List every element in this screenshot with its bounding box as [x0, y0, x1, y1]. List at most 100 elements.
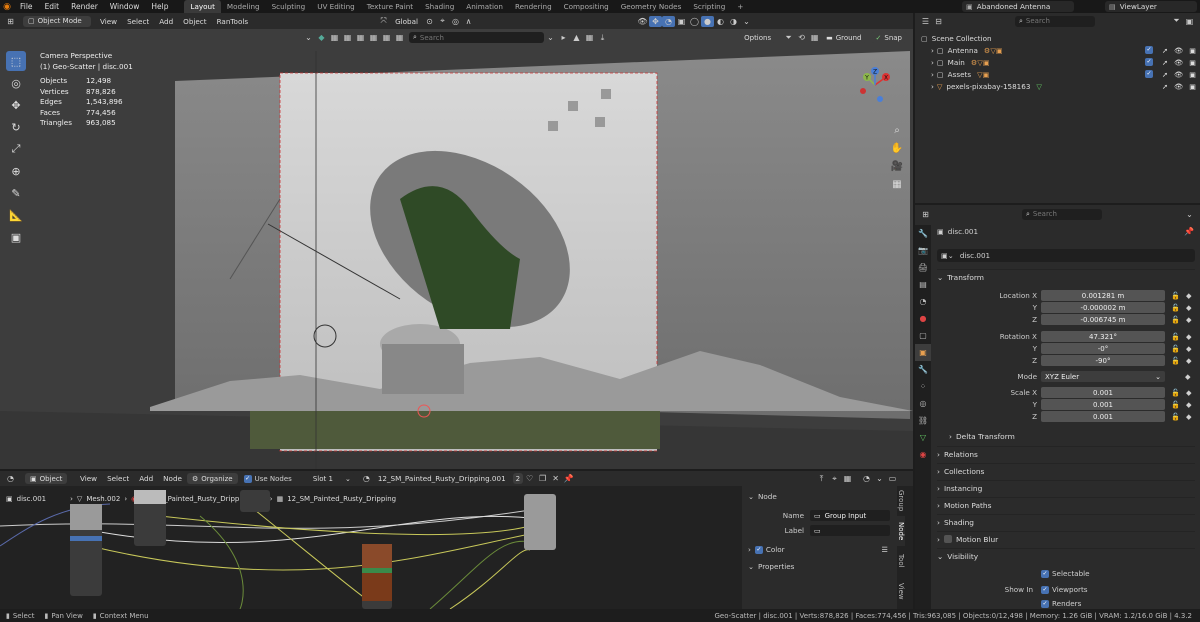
- rotate-icon[interactable]: ↻: [6, 117, 26, 137]
- scale-x-field[interactable]: 0.001: [1041, 387, 1165, 398]
- options-dropdown-icon[interactable]: ⌄: [1183, 209, 1196, 220]
- camera-icon[interactable]: ▣: [1189, 82, 1196, 91]
- viewports-checkbox[interactable]: ✓: [1041, 585, 1049, 594]
- eye-icon[interactable]: 👁: [1174, 82, 1183, 91]
- tab-tool[interactable]: Tool: [897, 546, 905, 576]
- transform-orientation-icon[interactable]: ⤧: [377, 16, 390, 27]
- color-checkbox[interactable]: ✓: [754, 545, 763, 554]
- tool-tab-icon[interactable]: 🔧: [915, 225, 931, 242]
- camera-icon[interactable]: ▣: [1189, 70, 1196, 79]
- lock-icon[interactable]: 🔓: [1171, 315, 1180, 324]
- visibility-header[interactable]: ⌄ Visibility: [937, 548, 1195, 563]
- outliner-item-pexels[interactable]: › ▽ pexels-pixabay-158163 ▽ ➚ 👁 ▣: [931, 80, 1196, 92]
- tab-rendering[interactable]: Rendering: [509, 0, 558, 13]
- data-tab-icon[interactable]: ▽: [915, 429, 931, 446]
- mode-selector[interactable]: ▢ Object Mode: [23, 15, 91, 27]
- gizmo-toggle-icon[interactable]: ✥: [649, 15, 662, 27]
- node-editor-type-icon[interactable]: ◔: [4, 473, 17, 484]
- tab-sculpting[interactable]: Sculpting: [266, 0, 312, 13]
- render-tab-icon[interactable]: 📷: [915, 242, 931, 259]
- object-name-field[interactable]: ▣⌄ disc.001: [937, 249, 1195, 262]
- object-tab-icon[interactable]: ▣: [915, 344, 931, 361]
- pin-icon[interactable]: 📌: [1184, 227, 1194, 236]
- menu-object[interactable]: Object: [178, 17, 211, 26]
- lock-icon[interactable]: 🔓: [1171, 291, 1180, 300]
- falloff-icon[interactable]: ∧: [462, 16, 475, 27]
- orientation-dropdown[interactable]: Global: [390, 17, 423, 26]
- texture-node[interactable]: [70, 504, 102, 596]
- cursor-icon[interactable]: ◎: [6, 73, 26, 93]
- transform-icon[interactable]: ⊕: [6, 161, 26, 181]
- include-checkbox[interactable]: ✓: [1145, 57, 1154, 66]
- annotate-icon[interactable]: ✎: [6, 183, 26, 203]
- menu-add[interactable]: Add: [134, 474, 158, 483]
- scale-z-field[interactable]: 0.001: [1041, 411, 1165, 422]
- select-arrow-icon[interactable]: ➚: [1162, 58, 1168, 67]
- group-output-node[interactable]: [524, 494, 556, 550]
- outliner-root[interactable]: ▢ Scene Collection: [921, 32, 992, 44]
- navigation-gizmo[interactable]: Y X Z: [858, 65, 892, 105]
- new-collection-icon[interactable]: ▣: [1183, 16, 1196, 27]
- overlay-icon[interactable]: ◔: [662, 15, 675, 27]
- pan-hand-icon[interactable]: ✋: [889, 139, 905, 157]
- menu-view[interactable]: View: [95, 17, 122, 26]
- menu-help[interactable]: Help: [145, 0, 174, 13]
- lock-icon[interactable]: 🔓: [1171, 332, 1180, 341]
- menu-file[interactable]: File: [14, 0, 39, 13]
- rust-texture-node[interactable]: [362, 544, 392, 609]
- properties-search[interactable]: ⌕ Search: [1022, 208, 1102, 220]
- motion-blur-header[interactable]: › Motion Blur: [937, 531, 1195, 546]
- menu-add[interactable]: Add: [154, 17, 178, 26]
- duplicate-icon[interactable]: ❐: [536, 473, 549, 484]
- outliner-search[interactable]: ⌕ Search: [1015, 15, 1095, 27]
- selectable-checkbox[interactable]: ✓: [1041, 569, 1049, 578]
- tab-scripting[interactable]: Scripting: [687, 0, 731, 13]
- node-properties-row[interactable]: ⌄ Properties: [748, 562, 794, 571]
- rendered-shading-icon[interactable]: ◑: [727, 16, 740, 27]
- collections-header[interactable]: › Collections: [937, 463, 1195, 478]
- close-icon[interactable]: ✕: [549, 473, 562, 484]
- physics-tab-icon[interactable]: ◎: [915, 395, 931, 412]
- solid-shading-icon[interactable]: ●: [701, 15, 714, 27]
- overlay-icon[interactable]: ◔: [860, 473, 873, 484]
- slot-dropdown[interactable]: Slot 1 ⌄: [307, 473, 356, 484]
- add-cube-icon[interactable]: ▣: [6, 227, 26, 247]
- material-name-field[interactable]: 12_SM_Painted_Rusty_Dripping.001: [372, 473, 511, 484]
- outliner-item-main[interactable]: › ▢ Main ⚙▽▣ ✓ ➚ 👁 ▣: [931, 56, 1196, 68]
- modifier-tab-icon[interactable]: 🔧: [915, 361, 931, 378]
- menu-select[interactable]: Select: [102, 474, 134, 483]
- gizmo-neg-x[interactable]: [860, 88, 866, 94]
- view-layer-tab-icon[interactable]: ▤: [915, 276, 931, 293]
- keyframe-icon[interactable]: ◆: [1186, 332, 1192, 341]
- proportional-edit-icon[interactable]: ◎: [449, 16, 462, 27]
- list-icon[interactable]: ☰: [882, 545, 888, 554]
- lock-icon[interactable]: 🔓: [1171, 344, 1180, 353]
- tab-node[interactable]: Node: [897, 516, 905, 546]
- menu-select[interactable]: Select: [122, 17, 154, 26]
- fake-user-icon[interactable]: ♡: [523, 473, 536, 484]
- keyframe-icon[interactable]: ◆: [1186, 412, 1192, 421]
- keyframe-icon[interactable]: ◆: [1186, 303, 1192, 312]
- tab-shading[interactable]: Shading: [419, 0, 460, 13]
- particles-tab-icon[interactable]: ⁘: [915, 378, 931, 395]
- keyframe-icon[interactable]: ◆: [1186, 356, 1192, 365]
- tab-uv-editing[interactable]: UV Editing: [311, 0, 361, 13]
- tab-geometry-nodes[interactable]: Geometry Nodes: [615, 0, 688, 13]
- gizmo-neg-z[interactable]: [877, 96, 883, 102]
- node-color-row[interactable]: › ✓ Color ☰: [748, 545, 888, 554]
- collection-tab-icon[interactable]: ▢: [915, 327, 931, 344]
- rotation-x-field[interactable]: 47.321°: [1041, 331, 1165, 342]
- tab-animation[interactable]: Animation: [460, 0, 509, 13]
- location-y-field[interactable]: -0.000002 m: [1041, 302, 1165, 313]
- properties-editor-icon[interactable]: ⊞: [919, 209, 932, 220]
- keyframe-icon[interactable]: ◆: [1186, 315, 1192, 324]
- eye-icon[interactable]: 👁: [1174, 70, 1183, 79]
- menu-edit[interactable]: Edit: [39, 0, 66, 13]
- use-nodes-checkbox[interactable]: ✓: [243, 474, 252, 483]
- xray-icon[interactable]: ▣: [675, 16, 688, 27]
- world-tab-icon[interactable]: ●: [915, 310, 931, 327]
- keyframe-icon[interactable]: ◆: [1186, 388, 1192, 397]
- visibility-icon[interactable]: 👁: [636, 16, 649, 27]
- eye-icon[interactable]: 👁: [1174, 46, 1183, 55]
- node-section-header[interactable]: ⌄ Node: [742, 486, 897, 501]
